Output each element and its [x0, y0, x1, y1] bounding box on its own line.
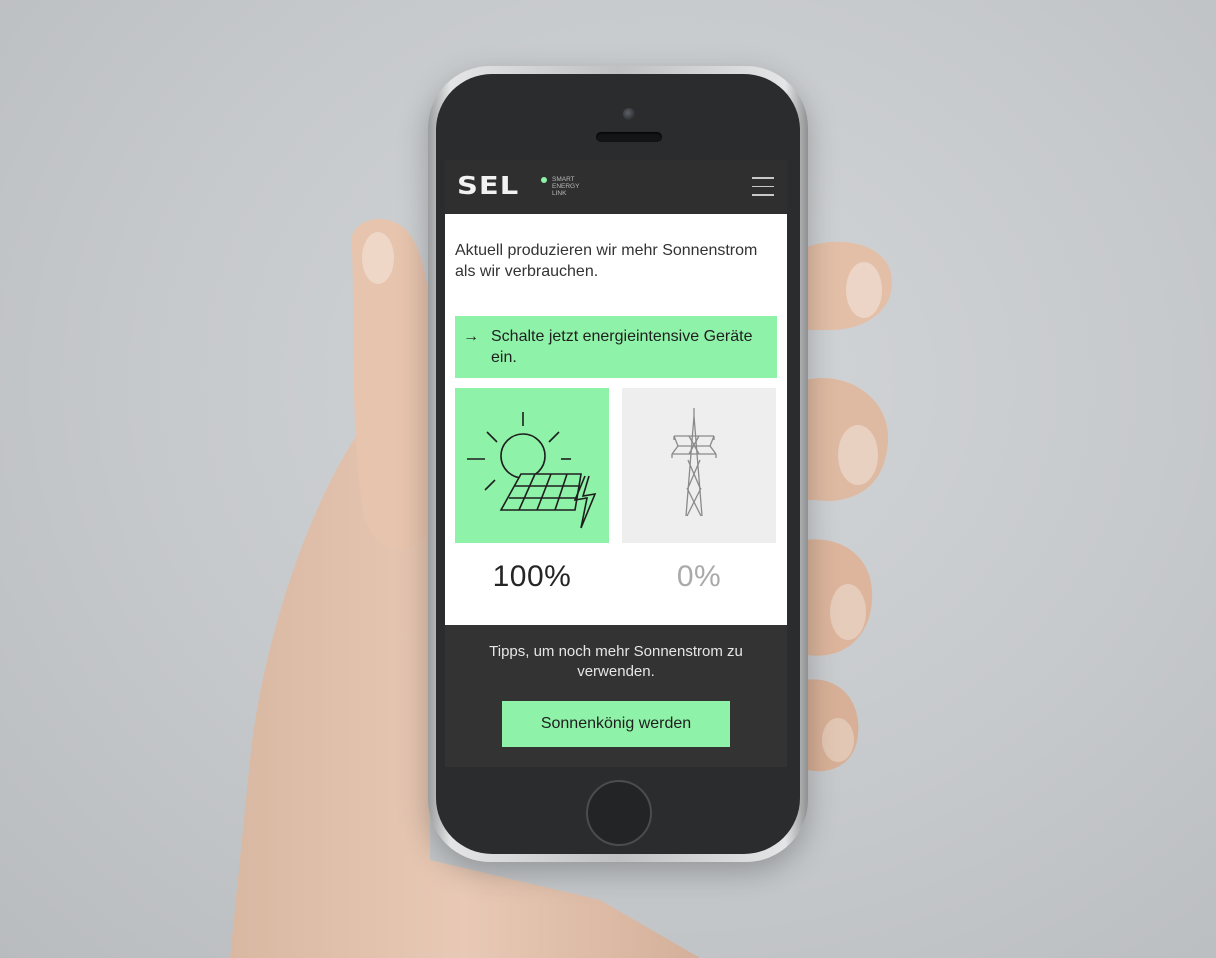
intro-text: Aktuell produzieren wir mehr Sonnenstrom…: [455, 242, 758, 280]
phone-screen: SEL SMART ENERGY LINK Aktuell produziere…: [445, 160, 787, 767]
power-pylon-icon: [671, 408, 717, 517]
hamburger-menu-icon[interactable]: [752, 177, 774, 197]
home-button[interactable]: [586, 780, 652, 846]
logo-tagline: SMART ENERGY LINK: [552, 176, 592, 197]
tips-footer: Tipps, um noch mehr Sonnenstrom zu verwe…: [445, 625, 787, 767]
sun-solar-panel-icon: [467, 412, 597, 529]
grid-source-tile[interactable]: [622, 388, 776, 543]
logo-tagline-line: ENERGY: [552, 183, 580, 190]
sonnenkoenig-button[interactable]: Sonnenkönig werden: [502, 701, 730, 747]
solar-source-tile[interactable]: [455, 388, 609, 543]
tips-text: Tipps, um noch mehr Sonnenstrom zu verwe…: [489, 643, 743, 680]
logo-tagline-line: SMART: [552, 176, 575, 183]
cta-text: Schalte jetzt energieintensive Geräte ei…: [491, 328, 753, 366]
grid-percentage: 0%: [676, 560, 722, 593]
front-camera: [623, 108, 635, 120]
app-header: SEL SMART ENERGY LINK: [445, 160, 787, 214]
logo[interactable]: SEL: [457, 171, 519, 200]
cta-banner: → Schalte jetzt energieintensive Geräte …: [455, 316, 777, 378]
logo-tagline-line: LINK: [552, 190, 567, 197]
solar-percentage: 100%: [492, 560, 572, 593]
earpiece-speaker: [596, 132, 662, 142]
arrow-right-icon: →: [463, 328, 479, 345]
logo-dot: [541, 177, 547, 183]
